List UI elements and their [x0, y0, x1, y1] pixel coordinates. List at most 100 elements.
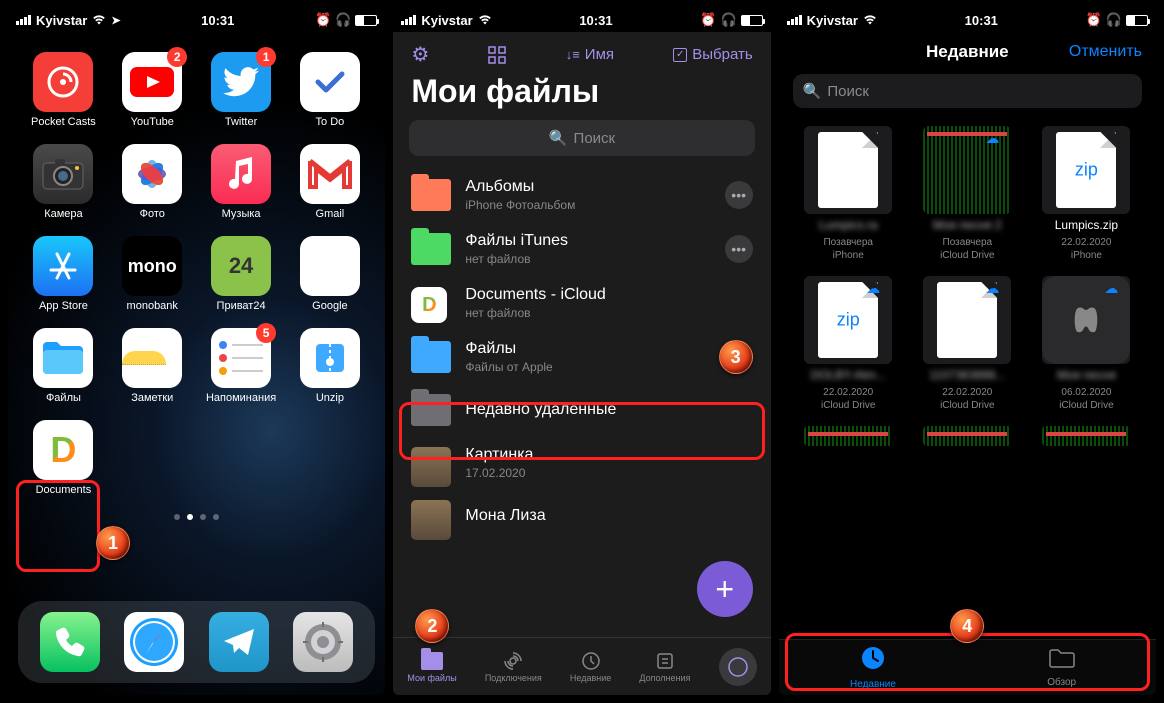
clock-label: 10:31: [579, 13, 612, 28]
app-google[interactable]: Google: [288, 236, 371, 312]
tab-Обзор[interactable]: Обзор: [967, 640, 1156, 695]
carrier-label: Kyivstar: [807, 13, 858, 28]
tab-label: Недавние: [570, 673, 611, 683]
app-приват24[interactable]: 24Приват24: [200, 236, 283, 312]
app-камера[interactable]: Камера: [22, 144, 105, 220]
cloud-icon: ☁︎: [1104, 280, 1126, 302]
step-marker-1: 1: [96, 526, 130, 560]
search-icon: 🔍: [803, 82, 822, 100]
tab-Подключения[interactable]: Подключения: [485, 651, 542, 683]
headphones-icon: 🎧: [335, 12, 351, 28]
folder-row[interactable]: АльбомыiPhone Фотоальбом•••: [393, 168, 770, 222]
file-thumb: [923, 426, 1011, 446]
app-фото[interactable]: Фото: [111, 144, 194, 220]
app-файлы[interactable]: Файлы: [22, 328, 105, 404]
file-name: Моя песня 2: [933, 218, 1002, 232]
browser-button[interactable]: [719, 648, 757, 686]
file-item[interactable]: ☁︎1107363898...22.02.2020iCloud Drive: [912, 276, 1023, 412]
file-item[interactable]: ☁︎Моя песня 2ПозавчераiCloud Drive: [912, 126, 1023, 262]
app-label: To Do: [316, 116, 345, 128]
folder-title: Файлы iTunes: [465, 232, 710, 250]
file-item[interactable]: zipLumpics.zip22.02.2020iPhone: [1031, 126, 1142, 262]
file-item[interactable]: [1031, 426, 1142, 446]
tab-Дополнения[interactable]: Дополнения: [639, 651, 690, 683]
app-напоминания[interactable]: 5Напоминания: [200, 328, 283, 404]
dock-app[interactable]: [293, 612, 353, 672]
app-label: Заметки: [131, 392, 173, 404]
app-unzip[interactable]: Unzip: [288, 328, 371, 404]
search-input[interactable]: 🔍 Поиск: [409, 120, 754, 156]
folder-row[interactable]: Файлы iTunesнет файлов•••: [393, 222, 770, 276]
app-gmail[interactable]: Gmail: [288, 144, 371, 220]
dock-app[interactable]: [209, 612, 269, 672]
more-button[interactable]: •••: [725, 181, 753, 209]
file-item[interactable]: [912, 426, 1023, 446]
sort-button[interactable]: ↓≡ Имя: [566, 46, 614, 63]
tab-label: Подключения: [485, 673, 542, 683]
step-marker-3: 3: [719, 340, 753, 374]
clock-label: 10:31: [201, 13, 234, 28]
app-label: Файлы: [46, 392, 81, 404]
app-label: App Store: [39, 300, 88, 312]
folder-title: Картинка: [465, 446, 752, 464]
app-documents[interactable]: DDocuments: [22, 420, 105, 496]
app-label: Gmail: [316, 208, 345, 220]
screen-documents: Kyivstar 10:31 ⏰ 🎧 ⚙ ↓≡ Имя: [393, 8, 770, 695]
view-toggle[interactable]: [488, 46, 506, 64]
select-button[interactable]: ✓ Выбрать: [673, 46, 752, 63]
app-youtube[interactable]: 2YouTube: [111, 52, 194, 128]
app-заметки[interactable]: Заметки: [111, 328, 194, 404]
app-label: Приват24: [217, 300, 266, 312]
folder-row[interactable]: DDocuments - iCloudнет файлов: [393, 276, 770, 330]
app-icon: [211, 144, 271, 204]
alarm-icon: ⏰: [1086, 12, 1102, 28]
cancel-button[interactable]: Отменить: [1069, 43, 1142, 61]
app-музыка[interactable]: Музыка: [200, 144, 283, 220]
dock-app[interactable]: [40, 612, 100, 672]
app-app-store[interactable]: App Store: [22, 236, 105, 312]
app-monobank[interactable]: monomonobank: [111, 236, 194, 312]
folder-icon: [411, 394, 451, 426]
cloud-icon: ☁︎: [985, 280, 1007, 302]
file-item[interactable]: [793, 426, 904, 446]
app-to-do[interactable]: To Do: [288, 52, 371, 128]
app-icon: mono: [122, 236, 182, 296]
app-pocket-casts[interactable]: Pocket Casts: [22, 52, 105, 128]
notification-badge: 2: [167, 47, 187, 67]
folder-icon: [411, 500, 451, 532]
dock-app[interactable]: [124, 612, 184, 672]
tab-Недавние[interactable]: Недавние: [570, 651, 611, 683]
tab-Недавние[interactable]: Недавние: [779, 640, 968, 695]
search-input[interactable]: 🔍 Поиск: [793, 74, 1142, 108]
file-meta: 06.02.2020iCloud Drive: [1059, 386, 1113, 412]
tab-icon: [501, 651, 525, 671]
app-icon: [122, 144, 182, 204]
folder-row[interactable]: Недавно удаленные: [393, 384, 770, 436]
app-twitter[interactable]: 1Twitter: [200, 52, 283, 128]
file-meta: ПозавчераiCloud Drive: [940, 236, 994, 262]
file-item[interactable]: zip☁︎DOLBY-Atm...22.02.2020iCloud Drive: [793, 276, 904, 412]
file-thumb: zip: [1042, 126, 1130, 214]
alarm-icon: ⏰: [315, 12, 331, 28]
folder-row[interactable]: ФайлыФайлы от Apple3: [393, 330, 770, 384]
add-button[interactable]: +: [697, 561, 753, 617]
wifi-icon: [92, 13, 106, 28]
folder-row[interactable]: Картинка17.02.2020: [393, 436, 770, 490]
app-icon: [300, 328, 360, 388]
app-icon: [300, 144, 360, 204]
file-item[interactable]: Lumpics.raПозавчераiPhone: [793, 126, 904, 262]
settings-icon[interactable]: ⚙: [411, 42, 429, 67]
file-thumb: [804, 426, 892, 446]
file-name: Моя песня: [1057, 368, 1116, 382]
file-item[interactable]: ☁︎ Моя песня 06.02.2020iCloud Drive: [1031, 276, 1142, 412]
folder-title: Файлы: [465, 340, 752, 358]
more-button[interactable]: •••: [725, 235, 753, 263]
folder-row[interactable]: Мона Лиза: [393, 490, 770, 542]
search-icon: 🔍: [549, 129, 568, 147]
tab-icon: [420, 651, 444, 671]
app-label: Pocket Casts: [31, 116, 96, 128]
tab-Мои файлы[interactable]: Мои файлы: [407, 651, 456, 683]
app-icon: 2: [122, 52, 182, 112]
app-icon: [300, 52, 360, 112]
app-label: Напоминания: [206, 392, 276, 404]
